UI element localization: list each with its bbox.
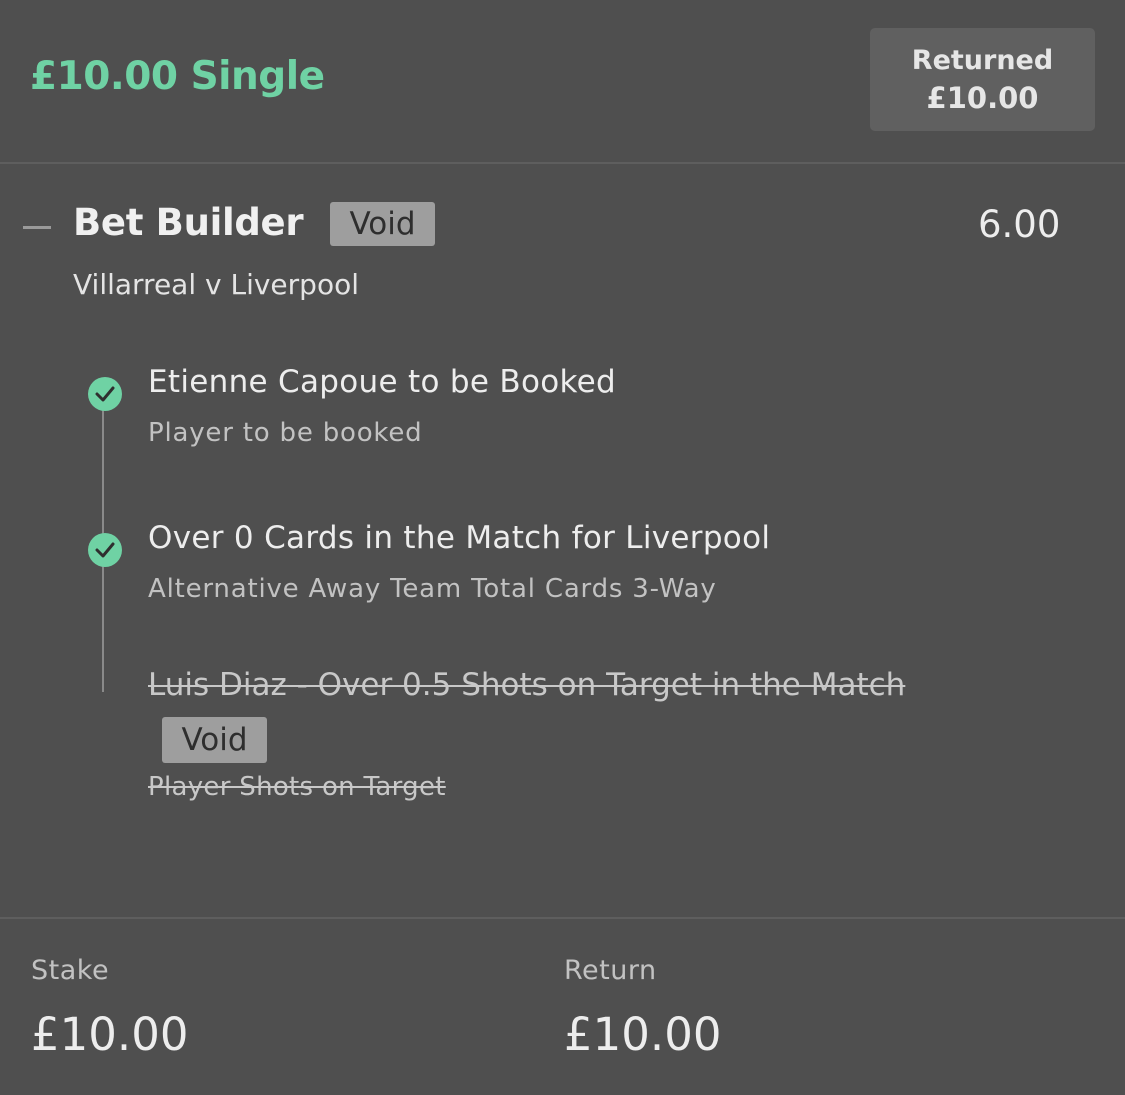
returned-amount: £10.00 [926, 80, 1039, 115]
bet-builder-title: Bet Builder [73, 201, 304, 244]
header-divider [0, 162, 1125, 164]
void-status-badge: Void [330, 202, 435, 246]
leg-title: Etienne Capoue to be Booked [148, 364, 616, 400]
bet-title: £10.00 Single [30, 54, 325, 99]
bet-odds: 6.00 [978, 203, 1061, 246]
leg-market: Player to be booked [148, 418, 423, 448]
check-icon [88, 377, 122, 411]
collapse-icon[interactable] [23, 226, 51, 229]
check-icon [88, 533, 122, 567]
leg-market: Alternative Away Team Total Cards 3-Way [148, 574, 717, 604]
stake-value: £10.00 [31, 1008, 189, 1061]
leg-title-void: Luis Diaz - Over 0.5 Shots on Target in … [148, 667, 906, 703]
match-name: Villarreal v Liverpool [73, 268, 359, 301]
void-leg-badge: Void [162, 717, 267, 763]
return-value: £10.00 [564, 1008, 722, 1061]
leg-title: Over 0 Cards in the Match for Liverpool [148, 520, 771, 556]
returned-label: Returned [911, 44, 1054, 76]
stake-label: Stake [31, 955, 110, 986]
return-label: Return [564, 955, 657, 986]
footer-divider [0, 917, 1125, 919]
leg-market-void: Player Shots on Target [148, 772, 446, 802]
returned-status-box: Returned £10.00 [870, 28, 1095, 131]
